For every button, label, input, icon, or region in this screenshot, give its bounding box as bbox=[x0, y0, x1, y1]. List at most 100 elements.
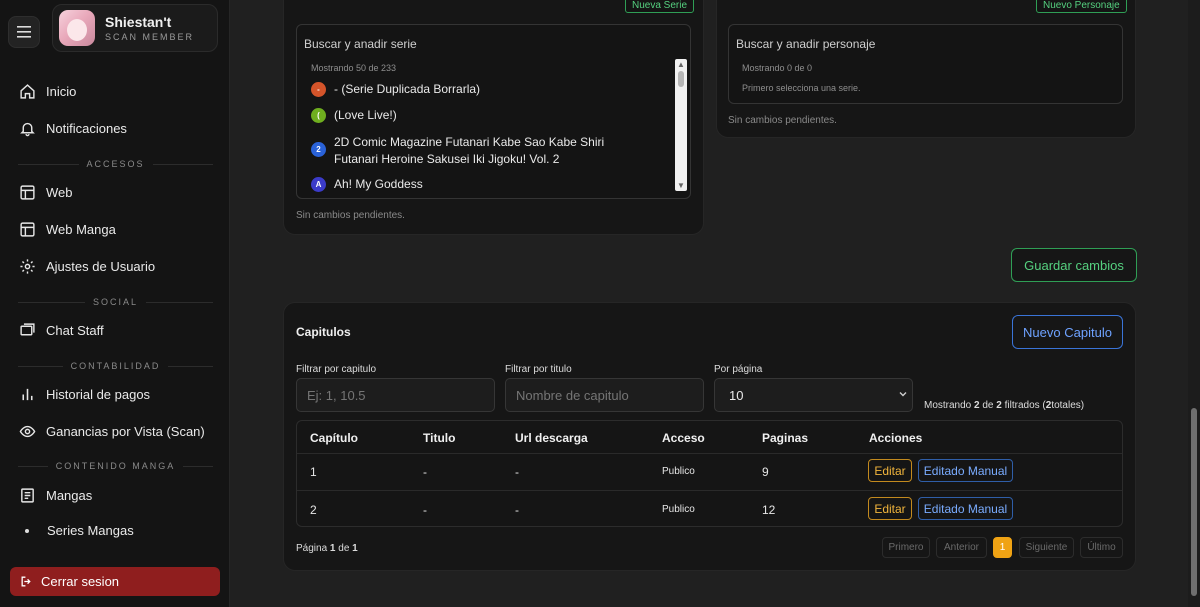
column-header-chapter: Capítulo bbox=[310, 431, 358, 445]
pagination-last[interactable]: Último bbox=[1080, 537, 1123, 558]
series-badge: - bbox=[311, 82, 326, 97]
section-accesos: ACCESOS bbox=[18, 159, 214, 169]
edited-manual-button[interactable]: Editado Manual bbox=[918, 497, 1013, 520]
edit-button[interactable]: Editar bbox=[868, 459, 912, 482]
menu-toggle-button[interactable] bbox=[8, 16, 40, 48]
series-label: - (Serie Duplicada Borrarla) bbox=[334, 82, 481, 96]
cell-pages: 12 bbox=[762, 503, 776, 517]
sidebar-item-historial-pagos[interactable]: Historial de pagos bbox=[18, 385, 150, 403]
brand: Shiestan't SCAN MEMBER bbox=[8, 4, 218, 52]
logout-button[interactable]: Cerrar sesion bbox=[10, 567, 220, 596]
list-item[interactable]: ( (Love Live!) bbox=[311, 107, 397, 124]
pagination-next[interactable]: Siguiente bbox=[1019, 537, 1074, 558]
page-info: Página 1 de 1 bbox=[296, 543, 358, 554]
scroll-thumb[interactable] bbox=[678, 71, 684, 87]
per-page-select[interactable]: 10 bbox=[714, 378, 913, 412]
list-item[interactable]: 2 2D Comic Magazine Futanari Kabe Sao Ka… bbox=[311, 134, 641, 168]
sidebar-item-web-manga[interactable]: Web Manga bbox=[18, 220, 116, 238]
character-showing-count: Mostrando 0 de 0 bbox=[742, 63, 813, 73]
sidebar-item-label: Historial de pagos bbox=[46, 386, 151, 402]
cell-pages: 9 bbox=[762, 465, 769, 479]
sidebar-item-series-mangas[interactable]: Series Mangas bbox=[18, 523, 134, 538]
sidebar-item-chat-staff[interactable]: Chat Staff bbox=[18, 321, 104, 339]
logout-label: Cerrar sesion bbox=[41, 574, 120, 589]
cell-chapter: 1 bbox=[310, 465, 317, 479]
scroll-up-icon[interactable]: ▲ bbox=[677, 60, 685, 69]
user-role: SCAN MEMBER bbox=[105, 32, 195, 42]
sidebar-item-label: Web Manga bbox=[46, 221, 116, 237]
new-character-button[interactable]: Nuevo Personaje bbox=[1036, 0, 1127, 13]
cell-access: Publico bbox=[662, 504, 695, 515]
bell-icon bbox=[18, 119, 36, 137]
cell-title: - bbox=[423, 503, 427, 517]
layout-icon bbox=[18, 220, 36, 238]
filter-chapter-input[interactable] bbox=[296, 378, 495, 412]
page-scroll-thumb[interactable] bbox=[1191, 408, 1197, 596]
per-page-label: Por página bbox=[714, 364, 763, 375]
scroll-down-icon[interactable]: ▼ bbox=[677, 181, 685, 190]
cell-access: Publico bbox=[662, 466, 695, 477]
edit-button[interactable]: Editar bbox=[868, 497, 912, 520]
column-header-access: Acceso bbox=[662, 431, 705, 445]
sidebar-item-label: Inicio bbox=[46, 83, 77, 99]
new-chapter-button[interactable]: Nuevo Capitulo bbox=[1012, 315, 1123, 349]
column-header-url: Url descarga bbox=[515, 431, 588, 445]
cell-chapter: 2 bbox=[310, 503, 317, 517]
series-label: (Love Live!) bbox=[334, 108, 397, 122]
sidebar-item-ganancias[interactable]: Ganancias por Vista (Scan) bbox=[18, 422, 205, 440]
sidebar-item-mangas[interactable]: Mangas bbox=[18, 486, 92, 504]
user-card[interactable]: Shiestan't SCAN MEMBER bbox=[52, 4, 218, 52]
edited-manual-button[interactable]: Editado Manual bbox=[918, 459, 1013, 482]
chapters-title: Capitulos bbox=[296, 325, 351, 339]
series-search-box: Buscar y anadir serie Mostrando 50 de 23… bbox=[296, 24, 691, 199]
hamburger-icon bbox=[17, 26, 31, 38]
logout-icon bbox=[20, 575, 33, 588]
series-list-scrollbar[interactable]: ▲ ▼ bbox=[675, 59, 687, 191]
eye-icon bbox=[18, 422, 36, 440]
sidebar-item-label: Notificaciones bbox=[46, 120, 127, 136]
layout-icon bbox=[18, 183, 36, 201]
sidebar-item-label: Ajustes de Usuario bbox=[46, 258, 156, 274]
dot-icon bbox=[25, 528, 29, 533]
pagination-current[interactable]: 1 bbox=[993, 537, 1012, 558]
per-page-value: 10 bbox=[729, 387, 744, 403]
row-divider bbox=[297, 490, 1122, 491]
sidebar-item-inicio[interactable]: Inicio bbox=[18, 82, 76, 100]
sidebar-item-ajustes[interactable]: Ajustes de Usuario bbox=[18, 257, 155, 275]
chapters-table: Capítulo Titulo Url descarga Acceso Pagi… bbox=[296, 420, 1123, 527]
sidebar-item-notificaciones[interactable]: Notificaciones bbox=[18, 119, 127, 137]
sidebar-item-label: Mangas bbox=[46, 487, 93, 503]
series-label: 2D Comic Magazine Futanari Kabe Sao Kabe… bbox=[334, 135, 605, 166]
section-contenido-manga: CONTENIDO MANGA bbox=[18, 461, 214, 471]
new-series-button[interactable]: Nueva Serie bbox=[625, 0, 695, 13]
column-header-title: Titulo bbox=[423, 431, 456, 445]
cell-url: - bbox=[515, 465, 519, 479]
pagination-prev[interactable]: Anterior bbox=[936, 537, 987, 558]
series-pending-status: Sin cambios pendientes. bbox=[296, 210, 405, 221]
series-search-title[interactable]: Buscar y anadir serie bbox=[304, 37, 417, 51]
series-badge: ( bbox=[311, 108, 326, 123]
chat-icon bbox=[18, 321, 36, 339]
app-root: Shiestan't SCAN MEMBER Inicio Notificaci… bbox=[0, 0, 1200, 607]
filter-title-label: Filtrar por titulo bbox=[505, 364, 572, 375]
home-icon bbox=[18, 82, 36, 100]
gear-icon bbox=[18, 257, 36, 275]
section-social: SOCIAL bbox=[18, 297, 214, 307]
series-badge: A bbox=[311, 177, 326, 192]
save-changes-button[interactable]: Guardar cambios bbox=[1011, 248, 1137, 282]
column-header-pages: Paginas bbox=[762, 431, 809, 445]
list-item[interactable]: - - (Serie Duplicada Borrarla) bbox=[311, 81, 480, 98]
column-header-actions: Acciones bbox=[869, 431, 923, 445]
sidebar-item-label: Ganancias por Vista (Scan) bbox=[46, 423, 205, 439]
pagination-first[interactable]: Primero bbox=[882, 537, 930, 558]
sidebar-item-label: Chat Staff bbox=[46, 322, 104, 338]
book-icon bbox=[18, 486, 36, 504]
results-summary: Mostrando 2 de 2 filtrados (2totales) bbox=[924, 400, 1085, 411]
series-badge: 2 bbox=[311, 142, 326, 157]
list-item[interactable]: A Ah! My Goddess bbox=[311, 176, 423, 193]
character-search-title[interactable]: Buscar y anadir personaje bbox=[736, 37, 875, 51]
sidebar-item-web[interactable]: Web bbox=[18, 183, 73, 201]
filter-chapter-label: Filtrar por capitulo bbox=[296, 364, 377, 375]
filter-title-input[interactable] bbox=[505, 378, 704, 412]
page-scrollbar[interactable] bbox=[1188, 0, 1200, 607]
